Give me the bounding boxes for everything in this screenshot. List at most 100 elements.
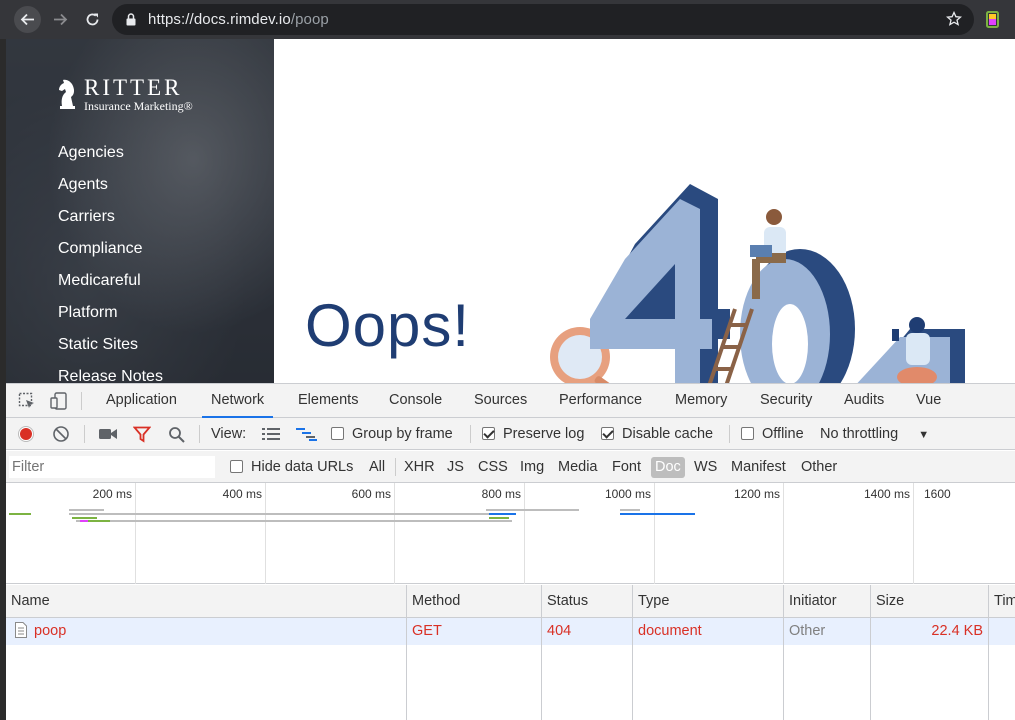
filter-type-media[interactable]: Media — [558, 451, 598, 483]
logo-tagline: Insurance Marketing® — [84, 99, 193, 113]
forward-button[interactable] — [47, 6, 74, 33]
site-sidebar: RITTER Insurance Marketing® Agencies Age… — [6, 39, 274, 383]
throttling-select[interactable]: No throttling ▼ — [820, 418, 929, 450]
filter-type-ws[interactable]: WS — [694, 451, 717, 483]
table-row[interactable]: poop GET 404 document Other 22.4 KB — [6, 618, 1015, 645]
devtools-panel: Application Network Elements Console Sou… — [6, 383, 1015, 720]
address-bar[interactable]: https://docs.rimdev.io/poop — [112, 4, 974, 35]
404-illustration — [550, 184, 965, 383]
filter-type-manifest[interactable]: Manifest — [731, 451, 786, 483]
device-toolbar-icon[interactable] — [50, 392, 68, 410]
disable-cache-checkbox[interactable]: Disable cache — [601, 418, 713, 450]
menu-item-carriers[interactable]: Carriers — [58, 207, 163, 239]
group-by-frame-checkbox[interactable]: Group by frame — [331, 418, 453, 450]
record-icon[interactable] — [17, 425, 35, 443]
back-button[interactable] — [14, 6, 41, 33]
clear-icon[interactable] — [52, 425, 70, 443]
tab-memory[interactable]: Memory — [675, 384, 727, 418]
filter-type-other[interactable]: Other — [801, 451, 837, 483]
tab-console[interactable]: Console — [389, 384, 442, 418]
menu-item-agencies[interactable]: Agencies — [58, 143, 163, 175]
star-icon[interactable] — [946, 11, 962, 27]
tab-performance[interactable]: Performance — [559, 384, 642, 418]
extension-icon[interactable] — [986, 11, 999, 28]
timeline-bar — [620, 513, 695, 515]
logo-name: RITTER — [84, 75, 183, 100]
row-size: 22.4 KB — [931, 623, 983, 639]
filter-icon[interactable] — [133, 426, 151, 443]
search-icon[interactable] — [168, 426, 186, 444]
filter-type-all[interactable]: All — [369, 451, 385, 483]
column-size[interactable]: Size — [871, 585, 904, 618]
column-time[interactable]: Tim — [989, 585, 1015, 618]
column-initiator[interactable]: Initiator — [784, 585, 837, 618]
offline-box[interactable] — [741, 427, 754, 440]
filter-type-xhr[interactable]: XHR — [404, 451, 435, 483]
timeline-bar — [69, 509, 104, 511]
capture-screenshots-icon[interactable] — [98, 426, 118, 442]
column-method[interactable]: Method — [407, 585, 460, 618]
filter-type-css[interactable]: CSS — [478, 451, 508, 483]
filter-type-font[interactable]: Font — [612, 451, 641, 483]
disable-cache-box[interactable] — [601, 427, 614, 440]
column-status[interactable]: Status — [542, 585, 588, 618]
arrow-left-icon — [20, 13, 34, 26]
timeline-tick: 400 ms — [222, 487, 262, 501]
row-initiator: Other — [789, 623, 826, 639]
table-header: Name Method Status Type Initiator Size T… — [6, 585, 1015, 618]
preserve-log-box[interactable] — [482, 427, 495, 440]
url-host: https://docs.rimdev.io — [148, 11, 291, 28]
reload-button[interactable] — [79, 6, 106, 33]
menu-item-medicareful[interactable]: Medicareful — [58, 271, 163, 303]
row-status: 404 — [547, 623, 572, 639]
filter-input[interactable] — [9, 456, 215, 478]
preserve-log-checkbox[interactable]: Preserve log — [482, 418, 584, 450]
arrow-right-icon — [54, 13, 68, 26]
timeline-tick: 1400 ms — [863, 487, 910, 501]
tab-vue[interactable]: Vue — [916, 384, 941, 418]
offline-label: Offline — [762, 426, 804, 442]
tab-network[interactable]: Network — [202, 384, 274, 418]
site-menu: Agencies Agents Carriers Compliance Medi… — [58, 143, 163, 383]
timeline-bar — [486, 509, 579, 511]
filter-type-js[interactable]: JS — [447, 451, 464, 483]
menu-item-agents[interactable]: Agents — [58, 175, 163, 207]
group-by-frame-box[interactable] — [331, 427, 344, 440]
tab-audits[interactable]: Audits — [844, 384, 884, 418]
tab-security[interactable]: Security — [760, 384, 812, 418]
large-rows-icon[interactable] — [262, 427, 280, 441]
column-type[interactable]: Type — [633, 585, 669, 618]
ritter-logo[interactable]: RITTER Insurance Marketing® — [56, 75, 226, 115]
network-toolbar: View: Group by frame Preserve log Disabl… — [6, 418, 1015, 450]
timeline-bar — [72, 517, 97, 519]
tab-application[interactable]: Application — [106, 384, 177, 418]
menu-item-compliance[interactable]: Compliance — [58, 239, 163, 271]
reload-icon — [86, 13, 99, 26]
requests-table: Name Method Status Type Initiator Size T… — [6, 585, 1015, 720]
network-overview[interactable]: 200 ms 400 ms 600 ms 800 ms 1000 ms 1200… — [6, 483, 1015, 584]
inspect-element-icon[interactable] — [18, 392, 36, 410]
menu-item-platform[interactable]: Platform — [58, 303, 163, 335]
column-name[interactable]: Name — [6, 585, 50, 618]
filter-type-img[interactable]: Img — [520, 451, 544, 483]
timeline-bar — [620, 509, 640, 511]
offline-checkbox[interactable]: Offline — [741, 418, 804, 450]
menu-item-static-sites[interactable]: Static Sites — [58, 335, 163, 367]
lock-icon — [126, 13, 136, 26]
timeline-tick: 600 ms — [351, 487, 391, 501]
group-by-frame-label: Group by frame — [352, 426, 453, 442]
page-viewport: RITTER Insurance Marketing® Agencies Age… — [0, 39, 1015, 383]
disable-cache-label: Disable cache — [622, 426, 714, 442]
tab-sources[interactable]: Sources — [474, 384, 527, 418]
tab-elements[interactable]: Elements — [298, 384, 358, 418]
devtools-tab-bar: Application Network Elements Console Sou… — [6, 384, 1015, 418]
hide-data-urls-box[interactable] — [230, 460, 243, 473]
view-label: View: — [211, 426, 247, 442]
digit-four — [590, 184, 730, 383]
filter-type-doc[interactable]: Doc — [651, 457, 685, 478]
timeline-bar — [88, 520, 110, 522]
hide-data-urls-checkbox[interactable]: Hide data URLs — [230, 451, 353, 483]
preserve-log-label: Preserve log — [503, 426, 585, 442]
overview-waterfall-icon[interactable] — [296, 427, 318, 441]
menu-item-release-notes[interactable]: Release Notes — [58, 367, 163, 383]
